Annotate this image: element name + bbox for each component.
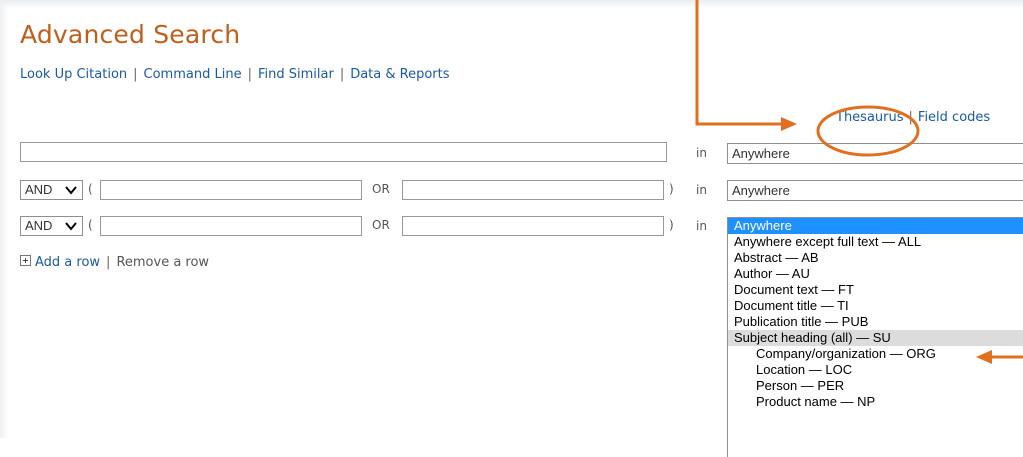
add-row-link[interactable]: Add a row [20, 255, 100, 270]
field-option[interactable]: Abstract — AB [728, 250, 1023, 266]
row1-field-value: Anywhere [732, 146, 790, 161]
annotation-arrowhead-icon [781, 117, 797, 131]
close-paren: ) [669, 182, 674, 196]
row3-term1-input[interactable] [100, 216, 362, 236]
field-option[interactable]: Anywhere except full text — ALL [728, 234, 1023, 250]
link-command-line[interactable]: Command Line [144, 67, 242, 82]
link-data-reports[interactable]: Data & Reports [350, 67, 449, 82]
separator: | [908, 110, 913, 125]
add-row-label: Add a row [35, 255, 101, 270]
page-top-edge [0, 0, 1023, 8]
link-field-codes[interactable]: Field codes [918, 110, 990, 125]
separator: | [133, 67, 138, 82]
row3-boolean-select[interactable]: AND [20, 216, 83, 236]
or-label: OR [372, 218, 390, 232]
remove-row-link[interactable]: Remove a row [116, 255, 209, 270]
field-option[interactable]: Document title — TI [728, 298, 1023, 314]
tool-links: Thesaurus | Field codes [836, 110, 990, 125]
or-label: OR [372, 182, 390, 196]
row2-field-value: Anywhere [732, 183, 790, 198]
field-option[interactable]: Company/organization — ORG [728, 346, 1023, 362]
field-option[interactable]: Location — LOC [728, 362, 1023, 378]
close-paren: ) [669, 218, 674, 232]
link-thesaurus[interactable]: Thesaurus [836, 110, 904, 125]
plus-box-icon [20, 255, 31, 266]
field-option[interactable]: Product name — NP [728, 394, 1023, 410]
row2-term2-input[interactable] [402, 180, 664, 200]
row3-boolean-value: AND [25, 218, 53, 233]
annotation-arrow-line [695, 0, 782, 126]
field-option[interactable]: Document text — FT [728, 282, 1023, 298]
open-paren: ( [88, 182, 93, 196]
field-option[interactable]: Publication title — PUB [728, 314, 1023, 330]
row3-field-dropdown-list[interactable]: Anywhere Anywhere except full text — ALL A… [727, 217, 1023, 457]
separator: | [106, 255, 111, 270]
link-find-similar[interactable]: Find Similar [258, 67, 334, 82]
chevron-down-icon [65, 222, 77, 231]
separator: | [247, 67, 252, 82]
field-option[interactable]: Subject heading (all) — SU [728, 330, 1023, 346]
search-row1-query-input[interactable] [20, 142, 667, 162]
separator: | [339, 67, 345, 82]
row2-boolean-select[interactable]: AND [20, 180, 83, 200]
row2-term1-input[interactable] [100, 180, 362, 200]
chevron-down-icon [65, 186, 77, 195]
row-actions: Add a row | Remove a row [20, 255, 209, 270]
row2-boolean-value: AND [25, 182, 53, 197]
row1-field-select[interactable]: Anywhere [727, 143, 1023, 164]
in-label: in [696, 183, 707, 197]
search-mode-links: Look Up Citation | Command Line | Find Simil… [20, 67, 450, 82]
field-option[interactable]: Author — AU [728, 266, 1023, 282]
open-paren: ( [88, 218, 93, 232]
in-label: in [696, 219, 707, 233]
page-title: Advanced Search [20, 20, 241, 49]
link-look-up-citation[interactable]: Look Up Citation [20, 67, 127, 82]
in-label: in [696, 146, 707, 160]
row3-term2-input[interactable] [402, 216, 664, 236]
row2-field-select[interactable]: Anywhere [727, 180, 1023, 201]
field-option[interactable]: Person — PER [728, 378, 1023, 394]
field-option[interactable]: Anywhere [728, 218, 1023, 234]
page-left-edge [0, 0, 8, 438]
